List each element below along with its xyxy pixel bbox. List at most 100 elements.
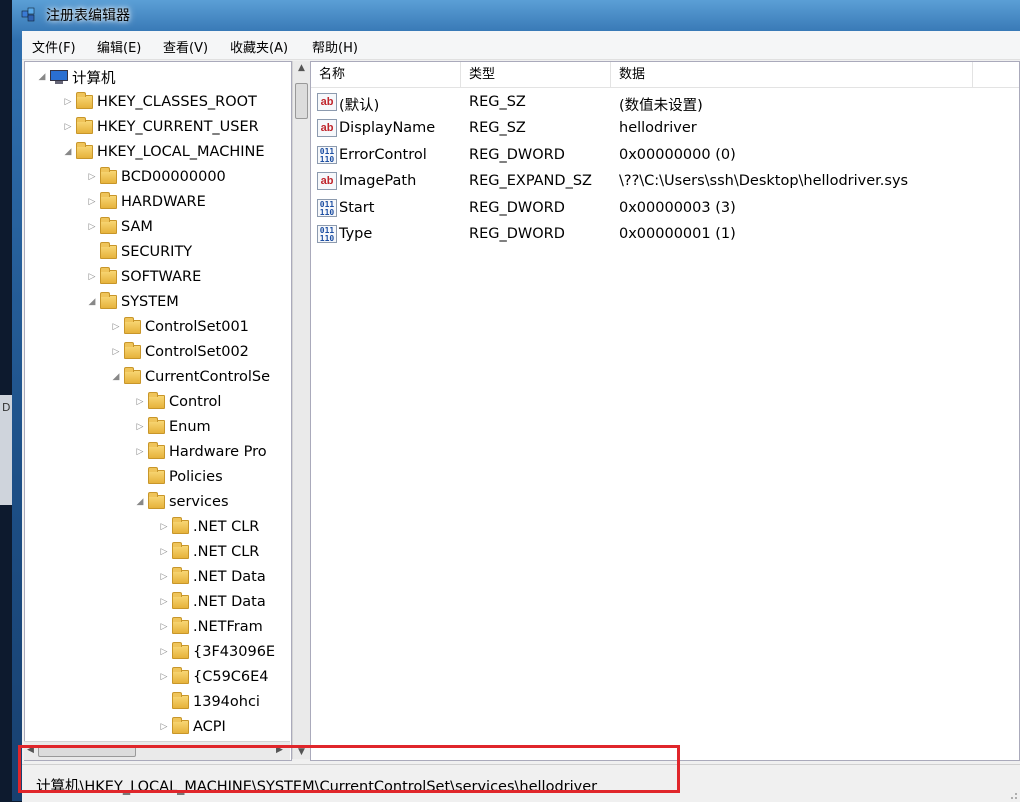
tree-node-label: CurrentControlSe [145,369,270,385]
column-header-type[interactable]: 类型 [461,62,611,88]
expand-arrow-icon[interactable]: ▷ [61,122,75,132]
tree-node[interactable]: ▷ .NETFram [157,616,263,638]
tree-node-label: ControlSet002 [145,344,249,360]
value-name: Start [339,199,375,216]
folder-icon [124,367,141,384]
expand-arrow-icon[interactable]: ▷ [85,197,99,207]
client-area: 文件(F) 编辑(E) 查看(V) 收藏夹(A) 帮助(H) ◢ 计算机 ▷ HKEY… [22,31,1020,802]
expand-arrow-icon[interactable]: ▷ [61,97,75,107]
value-type: REG_DWORD [469,199,565,216]
folder-icon [172,667,189,684]
expand-arrow-icon[interactable]: ▷ [157,647,171,657]
tree-node[interactable]: ◢ HKEY_LOCAL_MACHINE [61,141,265,163]
scroll-up-arrow-icon[interactable]: ▲ [293,63,310,73]
value-name: Type [339,226,373,242]
column-header-filler [973,62,1019,88]
tree-node[interactable]: ▷ HKEY_CLASSES_ROOT [61,91,257,113]
tree-node-label: SECURITY [121,244,193,260]
expand-arrow-icon[interactable]: ▷ [109,322,123,332]
title-bar[interactable]: 注册表编辑器 [12,0,1020,30]
expand-arrow-icon[interactable]: ▷ [157,547,171,557]
tree-node[interactable]: ▷ BCD00000000 [85,166,226,188]
tree-node[interactable]: ◢ SYSTEM [85,291,179,313]
expand-arrow-icon[interactable]: ▷ [157,522,171,532]
tree-node-label: 计算机 [72,70,116,87]
tree-node-label: {3F43096E [193,644,276,660]
collapse-arrow-icon[interactable]: ◢ [109,372,123,382]
tree-node[interactable]: ▷ ControlSet001 [109,316,249,338]
expand-arrow-icon[interactable]: ▷ [157,597,171,607]
folder-icon [148,467,165,484]
expand-arrow-icon[interactable]: ▷ [85,222,99,232]
value-row[interactable]: 011 110 Type REG_DWORD 0x00000001 (1) [311,222,1019,248]
tree-node[interactable]: Policies [133,466,223,488]
expand-arrow-icon[interactable]: ▷ [157,722,171,732]
tree-node[interactable]: ▷ .NET CLR [157,541,259,563]
expand-arrow-icon[interactable]: ▷ [133,447,147,457]
tree-node[interactable]: 1394ohci [157,691,260,713]
tree-node[interactable]: ▷ ACPI [157,716,226,738]
tree-node[interactable]: ▷ {C59C6E4 [157,666,269,688]
value-row[interactable]: ab (默认) REG_SZ (数值未设置) [311,90,1019,116]
menu-view[interactable]: 查看(V) [163,37,208,56]
tree-node[interactable]: ◢ CurrentControlSe [109,366,270,388]
collapse-arrow-icon[interactable]: ◢ [35,72,49,82]
tree-node[interactable]: ▷ .NET Data [157,591,266,613]
column-header-name[interactable]: 名称 [311,62,461,88]
tree-node[interactable]: ▷ ControlSet002 [109,341,249,363]
value-name: (默认) [339,98,380,114]
value-row[interactable]: ab ImagePath REG_EXPAND_SZ \??\C:\Users\ssh… [311,169,1019,195]
tree-node[interactable]: ▷ HKEY_CURRENT_USER [61,116,259,138]
column-header-data[interactable]: 数据 [611,62,973,88]
folder-icon [100,242,117,259]
tree-node[interactable]: ▷ SAM [85,216,153,238]
folder-icon [100,292,117,309]
collapse-arrow-icon[interactable]: ◢ [85,297,99,307]
tree-node[interactable]: ◢ 计算机 [35,66,116,88]
tree-node[interactable]: ▷ Control [133,391,221,413]
string-value-icon: ab [317,172,337,191]
tree-node[interactable]: SECURITY [85,241,192,263]
folder-icon [172,542,189,559]
tree-node-label: Control [169,394,222,410]
tree-node[interactable]: ▷ Enum [133,416,211,438]
string-value-icon: ab [317,119,337,138]
value-name: DisplayName [339,120,436,137]
red-highlight-annotation [18,745,680,793]
expand-arrow-icon[interactable]: ▷ [157,572,171,582]
tree-node[interactable]: ▷ {3F43096E [157,641,275,663]
tree-node-label: HKEY_LOCAL_MACHINE [97,144,265,160]
expand-arrow-icon[interactable]: ▷ [85,172,99,182]
tree-node-label: HKEY_CURRENT_USER [97,119,259,135]
expand-arrow-icon[interactable]: ▷ [157,672,171,682]
tree-node[interactable]: ▷ SOFTWARE [85,266,201,288]
tree-node[interactable]: ▷ .NET Data [157,566,266,588]
tree-node[interactable]: ▷ HARDWARE [85,191,206,213]
resize-grip-icon[interactable] [1008,790,1018,800]
expand-arrow-icon[interactable]: ▷ [157,622,171,632]
menu-help[interactable]: 帮助(H) [312,37,358,56]
tree-node-label: HKEY_CLASSES_ROOT [97,94,257,110]
registry-editor-window: 注册表编辑器 文件(F) 编辑(E) 查看(V) 收藏夹(A) 帮助(H) ◢ 计… [12,0,1020,802]
expand-arrow-icon[interactable]: ▷ [85,272,99,282]
expand-arrow-icon[interactable]: ▷ [133,397,147,407]
collapse-arrow-icon[interactable]: ◢ [61,147,75,157]
tree-scroll-thumb[interactable] [295,83,308,119]
value-row[interactable]: ab DisplayName REG_SZ hellodriver [311,116,1019,142]
value-row[interactable]: 011 110 Start REG_DWORD 0x00000003 (3) [311,196,1019,222]
value-row[interactable]: 011 110 ErrorControl REG_DWORD 0x00000000 (… [311,143,1019,169]
expand-arrow-icon[interactable]: ▷ [109,347,123,357]
folder-icon [100,217,117,234]
expand-arrow-icon[interactable]: ▷ [133,422,147,432]
tree-node-label: {C59C6E4 [193,669,269,685]
collapse-arrow-icon[interactable]: ◢ [133,497,147,507]
tree-node[interactable]: ◢ services [133,491,229,513]
value-type: REG_SZ [469,120,526,137]
tree-vertical-scrollbar[interactable]: ▲ ▼ [292,61,310,759]
tree-node[interactable]: ▷ Hardware Pro [133,441,267,463]
menu-favorites[interactable]: 收藏夹(A) [230,37,288,56]
menu-file[interactable]: 文件(F) [32,37,76,56]
tree-node[interactable]: ▷ .NET CLR [157,516,259,538]
folder-icon [172,642,189,659]
menu-edit[interactable]: 编辑(E) [97,37,141,56]
